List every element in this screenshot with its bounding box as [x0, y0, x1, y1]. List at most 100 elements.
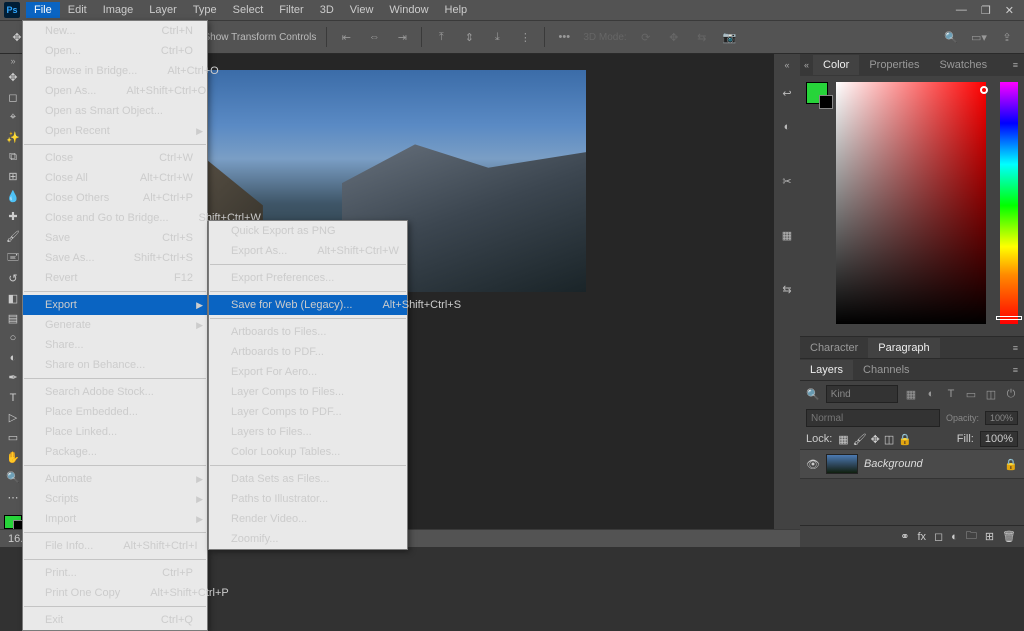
export-menu-item[interactable]: Zoomify... — [209, 529, 407, 549]
marquee-tool[interactable]: ◻ — [2, 89, 24, 106]
blur-tool[interactable]: ○ — [2, 330, 24, 347]
move-tool[interactable]: ✥ — [2, 69, 24, 86]
lasso-tool[interactable]: ⌖ — [2, 109, 24, 126]
layer-fx-icon[interactable]: fx — [917, 531, 926, 543]
lock-pixels-icon[interactable]: 🖌 — [853, 433, 867, 446]
filter-shape-icon[interactable]: ▭ — [964, 387, 978, 401]
color-swatch[interactable] — [4, 515, 22, 529]
visibility-icon[interactable]: 👁 — [806, 458, 820, 471]
menu-layer[interactable]: Layer — [141, 2, 185, 18]
wand-tool[interactable]: ✨ — [2, 129, 24, 146]
link-layers-icon[interactable]: ⚭ — [900, 530, 909, 543]
color-field[interactable] — [836, 82, 986, 324]
collapse-icon[interactable]: « — [800, 60, 813, 70]
menu-3d[interactable]: 3D — [312, 2, 342, 18]
adjustments-icon[interactable]: ◐ — [776, 116, 798, 138]
delete-layer-icon[interactable]: 🗑 — [1002, 530, 1016, 543]
lock-position-icon[interactable]: ✥ — [871, 433, 880, 446]
align-left-icon[interactable]: ⇤ — [337, 28, 355, 46]
filter-toggle-icon[interactable]: ⏻ — [1004, 387, 1018, 401]
file-menu-item[interactable]: Open Recent▶ — [23, 121, 207, 141]
collapse-icon[interactable]: » — [10, 56, 15, 66]
type-tool[interactable]: T — [2, 389, 24, 406]
zoom-tool[interactable]: 🔍 — [2, 469, 24, 486]
eraser-tool[interactable]: ◧ — [2, 290, 24, 307]
filter-smart-icon[interactable]: ◫ — [984, 387, 998, 401]
export-menu-item[interactable]: Color Lookup Tables... — [209, 442, 407, 462]
file-menu-item[interactable]: Place Embedded... — [23, 402, 207, 422]
layer-thumbnail[interactable] — [826, 454, 858, 474]
lock-icon[interactable]: 🔒 — [1004, 458, 1018, 471]
file-menu-item[interactable]: Close and Go to Bridge...Shift+Ctrl+W — [23, 208, 207, 228]
share-icon[interactable]: ⇪ — [998, 28, 1016, 46]
menu-help[interactable]: Help — [437, 2, 476, 18]
file-menu-item[interactable]: Close AllAlt+Ctrl+W — [23, 168, 207, 188]
filter-adjust-icon[interactable]: ◐ — [924, 387, 938, 401]
expand-icon[interactable]: « — [784, 60, 789, 70]
brush-tool[interactable]: 🖌 — [2, 228, 24, 245]
heal-tool[interactable]: ✚ — [2, 208, 24, 225]
group-icon[interactable]: 🗀 — [966, 527, 977, 546]
align-top-icon[interactable]: ⤒ — [432, 28, 450, 46]
tab-paragraph[interactable]: Paragraph — [868, 338, 939, 358]
file-menu-item[interactable]: Search Adobe Stock... — [23, 382, 207, 402]
file-menu-item[interactable]: Open...Ctrl+O — [23, 41, 207, 61]
menu-file[interactable]: File — [26, 2, 60, 18]
panel-menu-icon[interactable]: ≡ — [1007, 60, 1024, 70]
stamp-tool[interactable]: 🖃 — [2, 248, 24, 267]
frame-tool[interactable]: ⊞ — [2, 168, 24, 185]
crop-tool[interactable]: ⧉ — [2, 149, 24, 166]
menu-image[interactable]: Image — [95, 2, 142, 18]
eyedropper-tool[interactable]: 💧 — [2, 188, 24, 205]
history-icon[interactable]: ↩ — [776, 82, 798, 104]
panel-menu-icon[interactable]: ≡ — [1007, 343, 1024, 353]
tab-layers[interactable]: Layers — [800, 360, 853, 380]
file-menu-item[interactable]: CloseCtrl+W — [23, 148, 207, 168]
history-brush-tool[interactable]: ↺ — [2, 270, 24, 287]
hand-tool[interactable]: ✋ — [2, 449, 24, 466]
file-menu-item[interactable]: Save As...Shift+Ctrl+S — [23, 248, 207, 268]
edit-toolbar-icon[interactable]: ⋯ — [2, 489, 24, 506]
adjustment-layer-icon[interactable]: ◐ — [951, 531, 958, 543]
file-menu-item[interactable]: Generate▶ — [23, 315, 207, 335]
menu-filter[interactable]: Filter — [271, 2, 311, 18]
restore-icon[interactable]: ❐ — [981, 4, 991, 17]
layer-row[interactable]: 👁 Background 🔒 — [800, 449, 1024, 479]
layer-name[interactable]: Background — [864, 458, 998, 470]
tab-color[interactable]: Color — [813, 55, 859, 75]
lock-transparent-icon[interactable]: ▦ — [838, 433, 848, 446]
shape-tool[interactable]: ▭ — [2, 429, 24, 446]
menu-type[interactable]: Type — [185, 2, 225, 18]
dodge-tool[interactable]: ◐ — [2, 350, 24, 367]
menu-window[interactable]: Window — [381, 2, 436, 18]
info-icon[interactable]: ⇆ — [776, 278, 798, 300]
close-icon[interactable]: ✕ — [1005, 4, 1014, 17]
menu-view[interactable]: View — [342, 2, 382, 18]
file-menu-item[interactable]: Open as Smart Object... — [23, 101, 207, 121]
lock-all-icon[interactable]: 🔒 — [898, 433, 912, 446]
more-icon[interactable]: ••• — [555, 28, 573, 46]
file-menu-item[interactable]: Share... — [23, 335, 207, 355]
file-menu-item[interactable]: Print One CopyAlt+Shift+Ctrl+P — [23, 583, 207, 603]
export-menu-item[interactable]: Save for Web (Legacy)...Alt+Shift+Ctrl+S — [209, 295, 407, 315]
align-center-h-icon[interactable]: ⇔ — [365, 28, 383, 46]
export-menu-item[interactable]: Quick Export as PNG — [209, 221, 407, 241]
tab-properties[interactable]: Properties — [859, 55, 929, 75]
opacity-value[interactable]: 100% — [985, 411, 1018, 425]
layer-filter-kind[interactable]: Kind — [826, 385, 898, 403]
filter-pixel-icon[interactable]: ▦ — [904, 387, 918, 401]
filter-type-icon[interactable]: T — [944, 387, 958, 401]
layer-mask-icon[interactable]: ◻ — [934, 530, 943, 543]
distribute-icon[interactable]: ⋮ — [516, 28, 534, 46]
brushes-icon[interactable]: ✂ — [776, 170, 798, 192]
menu-edit[interactable]: Edit — [60, 2, 95, 18]
export-menu-item[interactable]: Export As...Alt+Shift+Ctrl+W — [209, 241, 407, 261]
actions-icon[interactable]: ▦ — [776, 224, 798, 246]
gradient-tool[interactable]: ▤ — [2, 310, 24, 327]
menu-select[interactable]: Select — [225, 2, 272, 18]
hue-marker[interactable] — [996, 316, 1022, 320]
tab-swatches[interactable]: Swatches — [929, 55, 997, 75]
file-menu-item[interactable]: Open As...Alt+Shift+Ctrl+O — [23, 81, 207, 101]
pen-tool[interactable]: ✒ — [2, 369, 24, 386]
file-menu-item[interactable]: Scripts▶ — [23, 489, 207, 509]
